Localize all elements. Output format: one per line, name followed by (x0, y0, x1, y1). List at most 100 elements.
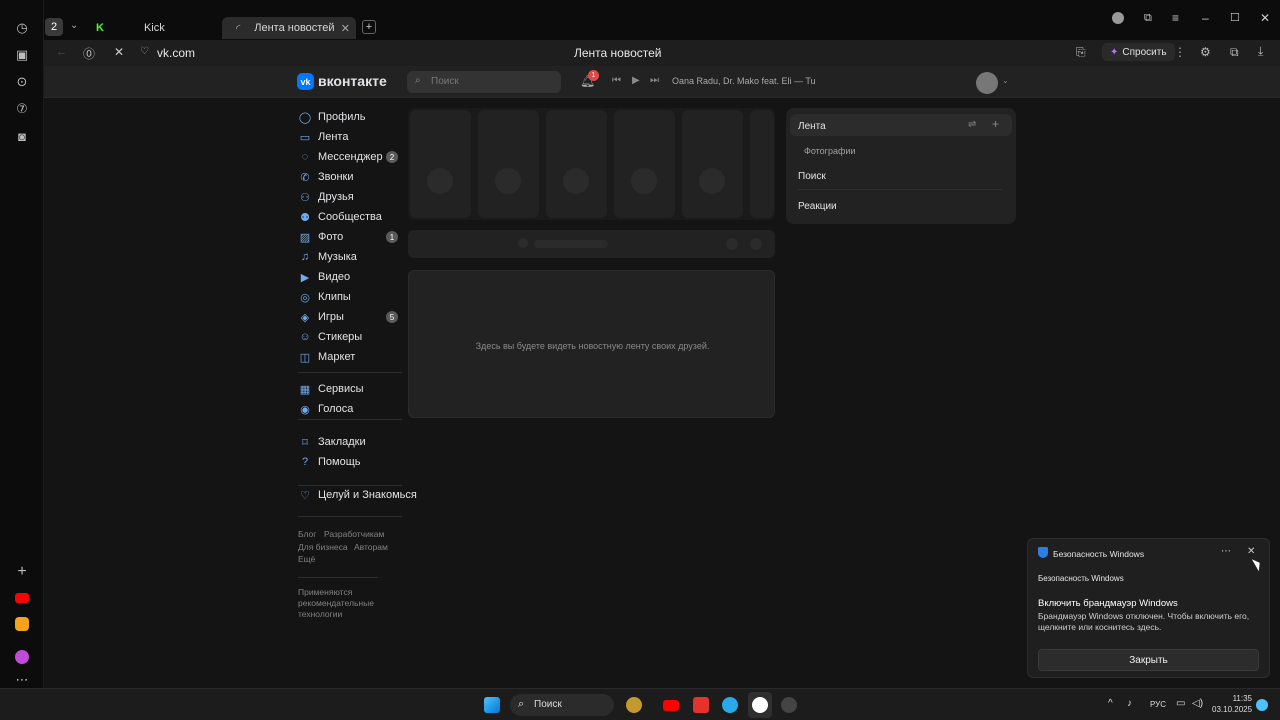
sidebar-item-music[interactable]: ♫ Музыка (298, 248, 357, 266)
volume-icon[interactable]: ◁) (1192, 698, 1203, 709)
url-field[interactable]: vk.com (157, 46, 195, 60)
filter-item-reactions[interactable]: Реакции (798, 201, 837, 212)
play-icon[interactable]: ⊙ (12, 72, 32, 92)
back-icon[interactable]: ← (56, 46, 67, 58)
filter-item-photos[interactable]: Фотографии (804, 146, 855, 156)
now-playing[interactable]: Oana Radu, Dr. Mako feat. Eli — Tu (672, 76, 816, 86)
tab-kick[interactable]: K Kick (96, 17, 165, 39)
extensions-icon[interactable]: ⚙ (1200, 45, 1211, 59)
tab-bar: 2 ⌄ K Kick ◜ Лента новостей ✕ + ⧉ ≡ – ☐ … (44, 0, 1280, 40)
profile-avatar-icon[interactable] (1112, 12, 1124, 24)
sidebar-item-clips[interactable]: ◎ Клипы (298, 288, 351, 306)
network-icon[interactable]: ▭ (1176, 698, 1185, 709)
sidebar-item-label: Видео (318, 271, 351, 283)
filter-add-icon[interactable]: + (992, 117, 999, 131)
sidebar-item-votes[interactable]: ◉ Голоса (298, 400, 353, 418)
windows-start-icon[interactable] (484, 697, 500, 713)
yandex-browser-icon[interactable] (752, 697, 768, 713)
play-track-icon[interactable]: ▶ (632, 75, 640, 86)
vk-logo-text[interactable]: вконтакте (318, 73, 387, 89)
footer-more[interactable]: Ещё (298, 554, 315, 564)
sidebar-item-messenger[interactable]: ◌ Мессенджер 2 (298, 148, 398, 166)
filter-settings-icon[interactable]: ⇌ (968, 119, 976, 130)
clock-time[interactable]: 11:35 (1222, 694, 1252, 703)
weather-icon[interactable] (626, 697, 642, 713)
close-tab-icon[interactable]: ✕ (341, 22, 350, 35)
tab-feed[interactable]: ◜ Лента новостей ✕ (222, 17, 356, 39)
stop-icon[interactable]: ✕ (114, 45, 124, 59)
ask-button[interactable]: ✦ Спросить (1102, 43, 1175, 61)
avatar[interactable] (976, 72, 998, 94)
phone-icon: ✆ (300, 171, 310, 184)
sidebar-item-friends[interactable]: ⚇ Друзья (298, 188, 354, 206)
yandex-music-icon[interactable] (693, 697, 709, 713)
language-indicator[interactable]: РУС (1150, 700, 1166, 709)
minimize-icon[interactable]: – (1202, 11, 1209, 25)
recommend-text[interactable]: Применяются рекомендательные технологии (298, 587, 388, 620)
taskbar-search[interactable]: ⌕ Поиск (510, 694, 614, 716)
tabs-icon[interactable]: ▣ (12, 45, 32, 65)
footer-authors[interactable]: Авторам (354, 542, 388, 552)
tabs-dropdown-icon[interactable]: ⌄ (70, 20, 78, 31)
loading-icon: ◜ (236, 22, 241, 35)
sidebar-item-stickers[interactable]: ☺ Стикеры (298, 328, 362, 346)
sidebar-item-market[interactable]: ◫ Маркет (298, 348, 355, 366)
sidebar-item-services[interactable]: ▦ Сервисы (298, 380, 364, 398)
steam-icon[interactable] (781, 697, 797, 713)
sidebar-item-photo[interactable]: ▨ Фото 1 (298, 228, 398, 246)
history-icon[interactable]: ◷ (12, 18, 32, 38)
sidebar-item-video[interactable]: ▶ Видео (298, 268, 350, 286)
dating-icon: ♡ (300, 489, 310, 502)
chevron-down-icon[interactable]: ⌄ (1002, 76, 1009, 85)
more-vert-icon[interactable]: ⋮ (1174, 45, 1186, 59)
sidebar-item-dating[interactable]: ♡ Целуй и Знакомься (298, 486, 417, 504)
youtube-icon[interactable] (12, 588, 32, 608)
vk-search-input[interactable]: ⌕ Поиск (407, 71, 561, 93)
sidebar-item-label: Клипы (318, 291, 351, 303)
close-window-icon[interactable]: ✕ (1260, 11, 1270, 25)
bookmark-icon[interactable]: ⎘ (1076, 45, 1086, 60)
sidebar-item-bookmarks[interactable]: ⌑ Закладки (298, 433, 365, 451)
menu-icon[interactable]: ≡ (1172, 11, 1179, 25)
microphone-icon[interactable]: ♪ (1127, 698, 1132, 709)
prev-track-icon[interactable]: ⏮ (612, 75, 621, 86)
add-icon[interactable]: + (12, 562, 32, 582)
camera-icon[interactable]: ◙ (12, 126, 32, 146)
collections-icon[interactable]: ⧉ (1230, 45, 1239, 60)
sidebar-item-help[interactable]: ? Помощь (298, 453, 361, 471)
more-icon[interactable]: ⋯ (12, 670, 32, 690)
footer-blog[interactable]: Блог (298, 529, 316, 539)
toast-close-button[interactable]: Закрыть (1038, 649, 1259, 671)
toast-more-icon[interactable]: ⋯ (1221, 546, 1231, 557)
sidebar-item-communities[interactable]: ⚉ Сообщества (298, 208, 382, 226)
bookmarks-bar-icon[interactable]: ⧉ (1144, 12, 1152, 25)
vk-logo-icon[interactable]: vk (297, 73, 314, 90)
download-icon[interactable]: ⤓ (1258, 44, 1263, 59)
sidebar-item-profile[interactable]: ◯ Профиль (298, 108, 366, 126)
clock-date[interactable]: 03.10.2025 (1212, 705, 1252, 714)
alice-icon[interactable] (12, 647, 32, 667)
seven-icon[interactable]: ⑦ (12, 99, 32, 119)
next-track-icon[interactable]: ⏭ (650, 75, 659, 86)
new-tab-button[interactable]: + (362, 20, 376, 34)
footer-developers[interactable]: Разработчикам (324, 529, 384, 539)
tab-count-badge[interactable]: 2 (45, 18, 63, 36)
mail-icon[interactable] (12, 614, 32, 634)
clips-icon: ◎ (300, 291, 310, 304)
notification-badge: 1 (588, 70, 599, 81)
tray-chevron-icon[interactable]: ^ (1108, 698, 1113, 709)
maximize-icon[interactable]: ☐ (1230, 11, 1240, 24)
sidebar-item-feed[interactable]: ▭ Лента (298, 128, 349, 146)
filter-item-search[interactable]: Поиск (798, 171, 826, 182)
notification-center-icon[interactable] (1256, 699, 1268, 711)
sidebar-item-label: Помощь (318, 456, 361, 468)
youtube-icon[interactable] (663, 700, 679, 711)
yandex-icon[interactable]: ⓪ (83, 45, 95, 62)
sidebar-item-phone[interactable]: ✆ Звонки (298, 168, 353, 186)
footer-business[interactable]: Для бизнеса (298, 542, 348, 552)
telegram-icon[interactable] (722, 697, 738, 713)
windows-notification[interactable]: Безопасность Windows ⋯ ✕ Безопасность Wi… (1027, 538, 1270, 678)
toast-close-icon[interactable]: ✕ (1247, 546, 1255, 557)
sidebar-item-games[interactable]: ◈ Игры 5 (298, 308, 398, 326)
communities-icon: ⚉ (300, 211, 310, 224)
